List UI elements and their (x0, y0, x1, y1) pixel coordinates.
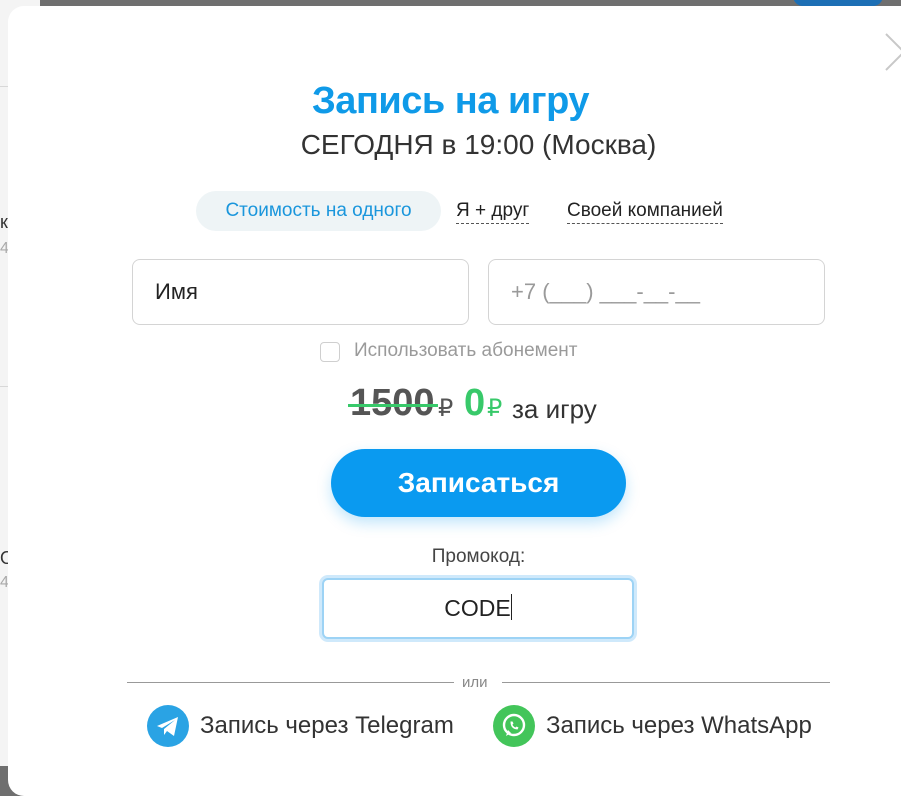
telegram-icon (147, 705, 189, 747)
telegram-label: Запись через Telegram (200, 712, 454, 739)
tab-own-company[interactable]: Своей компанией (567, 200, 723, 224)
new-price: 0 (464, 382, 486, 424)
name-field[interactable]: Имя (132, 259, 469, 325)
promo-code-value: CODE (444, 595, 511, 621)
subscription-checkbox[interactable] (320, 342, 340, 362)
whatsapp-icon (493, 705, 535, 747)
close-icon (885, 33, 901, 71)
modal-subtitle: СЕГОДНЯ в 19:00 (Москва) (300, 129, 657, 160)
close-button[interactable] (880, 30, 901, 74)
tab-single-price[interactable]: Стоимость на одного (196, 191, 441, 231)
tab-me-plus-friend[interactable]: Я + друг (456, 200, 530, 224)
divider-line (127, 682, 454, 683)
new-price-currency: ₽ (487, 395, 503, 422)
whatsapp-label: Запись через WhatsApp (546, 712, 812, 739)
promo-label: Промокод: (431, 546, 526, 567)
old-price-strikethrough (348, 404, 438, 407)
subscription-label: Использовать абонемент (354, 340, 578, 361)
booking-modal (8, 6, 901, 796)
background-text: к (0, 212, 8, 232)
modal-title: Запись на игру (312, 80, 589, 122)
text-cursor (510, 594, 512, 620)
promo-code-input[interactable]: CODE (322, 578, 634, 639)
old-price-currency: ₽ (438, 395, 454, 422)
submit-button[interactable]: Записаться (331, 449, 626, 517)
divider-label: или (462, 674, 488, 691)
phone-field[interactable]: +7 (___) ___-__-__ (488, 259, 825, 325)
price-suffix: за игру (512, 394, 597, 424)
divider-line (502, 682, 830, 683)
